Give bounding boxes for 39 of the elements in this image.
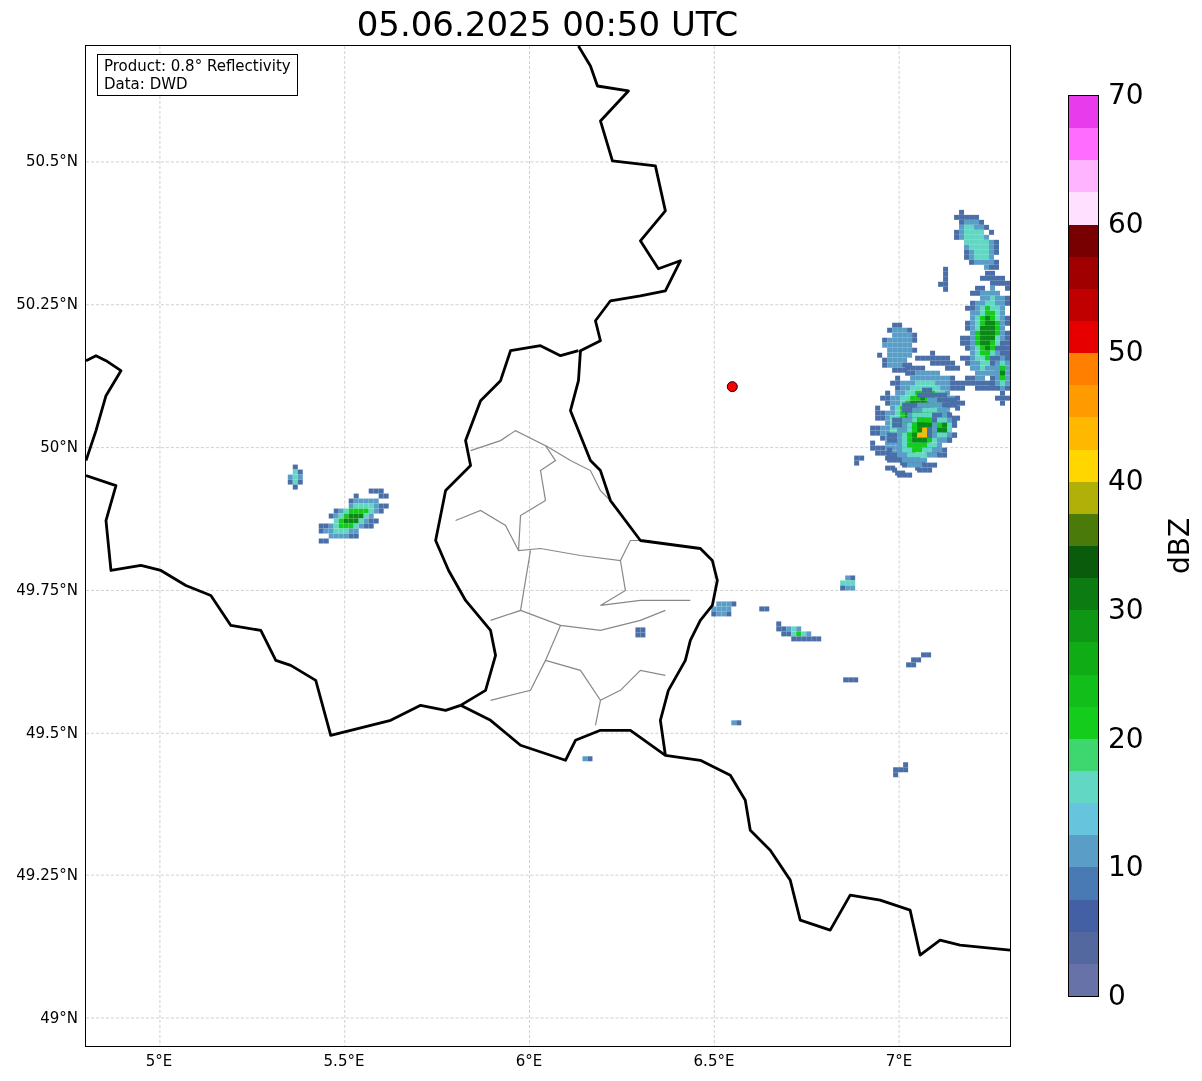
latitude-label: 50.5°N	[25, 152, 78, 170]
longitude-label: 7°E	[884, 1052, 914, 1070]
radar-echo	[893, 762, 909, 778]
colorbar-tick-label: 70	[1108, 79, 1144, 111]
info-text: Product: 0.8° Reflectivity	[104, 57, 291, 75]
colorbar-tick-label: 60	[1108, 207, 1144, 240]
latitude-label: 50°N	[40, 438, 78, 456]
radar-echo	[287, 464, 303, 490]
radar-echo	[635, 627, 646, 638]
radar-echo	[582, 756, 593, 762]
latitude-label: 50.25°N	[16, 295, 78, 313]
radar-echo	[711, 601, 737, 617]
radar-echo	[776, 621, 822, 642]
colorbar-tick-label: 10	[1108, 851, 1144, 884]
radar-echo	[840, 575, 856, 591]
colorbar-tick-label: 30	[1108, 593, 1144, 626]
latitude-label: 49.25°N	[16, 866, 78, 884]
chart-title: 05.06.2025 00:50 UTC	[355, 4, 740, 44]
latitude-label: 49.5°N	[25, 724, 78, 742]
colorbar-tick-label: 40	[1108, 465, 1144, 498]
colorbar-tick-label: 50	[1108, 336, 1144, 369]
colorbar-label: dBZ	[1164, 516, 1196, 577]
longitude-label: 5.5°E	[322, 1052, 366, 1070]
info-text: Data: DWD	[104, 75, 189, 93]
longitude-label: 6°E	[514, 1052, 544, 1070]
latitude-label: 49°N	[40, 1009, 78, 1027]
colorbar-tick-label: 20	[1108, 722, 1144, 755]
latitude-label: 49.75°N	[16, 581, 78, 599]
radar-echo	[843, 677, 859, 683]
radar-echo	[854, 455, 865, 466]
longitude-label: 5°E	[144, 1052, 174, 1070]
radar-echo	[938, 266, 949, 292]
colorbar-tick-label: 0	[1108, 980, 1126, 1012]
radar-echo	[731, 720, 742, 726]
radar-echo	[906, 652, 932, 668]
radar-echo	[759, 606, 770, 612]
longitude-label: 6.5°E	[692, 1052, 736, 1070]
radar-echo	[318, 488, 389, 544]
location-marker	[726, 381, 738, 393]
